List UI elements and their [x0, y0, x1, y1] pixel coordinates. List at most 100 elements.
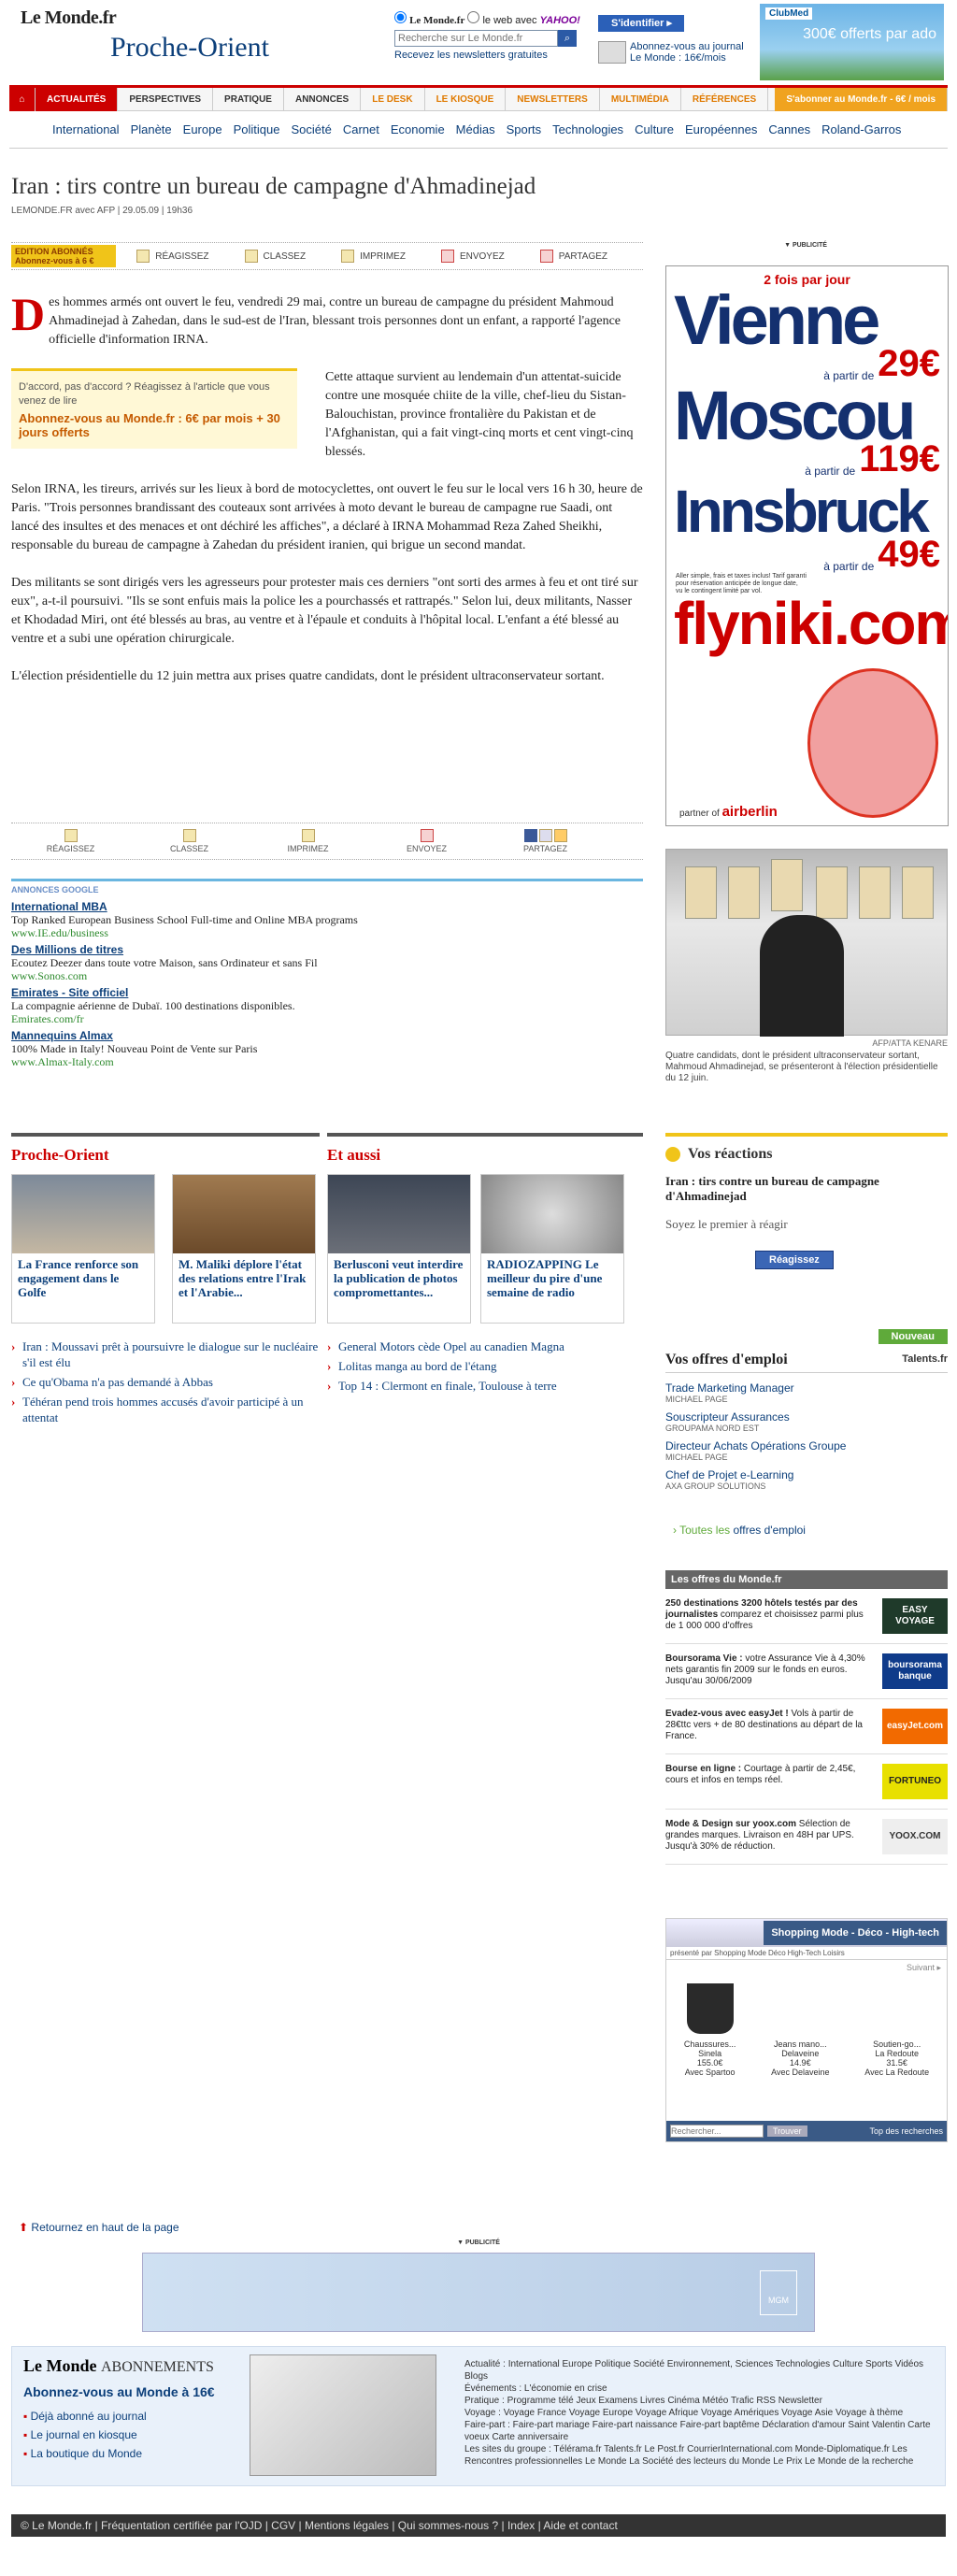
ad-url[interactable]: www.Almax-Italy.com [11, 1055, 643, 1068]
offer-logo[interactable]: EASY VOYAGE [882, 1598, 948, 1634]
ad-title[interactable]: Emirates - Site officiel [11, 986, 643, 999]
nav-multimedia[interactable]: MULTIMÉDIA [600, 88, 681, 111]
subnav-carnet[interactable]: Carnet [343, 122, 379, 136]
mgm-banner-ad[interactable]: MGM [142, 2253, 815, 2332]
ad-url[interactable]: Emirates.com/fr [11, 1012, 643, 1025]
send-tool-bottom[interactable]: ENVOYEZ [367, 829, 486, 853]
nav-le-desk[interactable]: LE DESK [361, 88, 425, 111]
job-title[interactable]: Souscripteur Assurances [665, 1410, 948, 1424]
product-name[interactable]: Soutien-go... [864, 2039, 929, 2049]
share-tool[interactable]: PARTAGEZ [539, 250, 607, 263]
back-to-top-link[interactable]: ⬆ Retournez en haut de la page [19, 2221, 179, 2234]
subscribe-headline[interactable]: Abonnez-vous au Monde à 16€ [23, 2384, 215, 2399]
nav-annonces[interactable]: ANNONCES [284, 88, 362, 111]
offer-item[interactable]: Mode & Design sur yoox.com Sélection de … [665, 1810, 948, 1865]
boutique-link[interactable]: La boutique du Monde [23, 2444, 147, 2463]
offer-text[interactable]: Boursorama Vie : votre Assurance Vie à 4… [665, 1653, 871, 1689]
journal-subscribe[interactable]: Abonnez-vous au journal Le Monde : 16€/m… [598, 41, 750, 64]
offer-item[interactable]: Boursorama Vie : votre Assurance Vie à 4… [665, 1644, 948, 1699]
subnav-europe[interactable]: Europe [183, 122, 222, 136]
nav-actualites[interactable]: ACTUALITÉS [36, 88, 119, 111]
news-card[interactable]: M. Maliki déplore l'état des relations e… [172, 1174, 316, 1324]
talents-logo[interactable]: Talents.fr [902, 1353, 948, 1365]
react-tool[interactable]: RÉAGISSEZ [136, 250, 209, 263]
react-tool-bottom[interactable]: RÉAGISSEZ [11, 829, 130, 853]
subnav-economie[interactable]: Economie [391, 122, 445, 136]
offer-text[interactable]: Mode & Design sur yoox.com Sélection de … [665, 1819, 871, 1854]
edition-abonnes-badge[interactable]: EDITION ABONNÉS Abonnez-vous à 6 € [11, 245, 117, 267]
subnav-sports[interactable]: Sports [507, 122, 542, 136]
news-card[interactable]: RADIOZAPPING Le meilleur du pire d'une s… [480, 1174, 624, 1324]
subnav-politique[interactable]: Politique [234, 122, 280, 136]
job-title[interactable]: Trade Marketing Manager [665, 1381, 948, 1395]
offer-text[interactable]: 250 destinations 3200 hôtels testés par … [665, 1598, 871, 1634]
news-link[interactable]: General Motors cède Opel au canadien Mag… [327, 1338, 643, 1354]
bottom-bar[interactable]: © Le Monde.fr | Fréquentation certifiée … [11, 2514, 946, 2537]
offer-item[interactable]: Bourse en ligne : Courtage à partir de 2… [665, 1754, 948, 1810]
ad-url[interactable]: www.IE.edu/business [11, 926, 643, 939]
footer-fairepart[interactable]: Faire-part : Faire-part mariage Faire-pa… [464, 2419, 937, 2443]
news-card[interactable]: La France renforce son engagement dans l… [11, 1174, 155, 1324]
subnav-planete[interactable]: Planète [131, 122, 172, 136]
nav-references[interactable]: RÉFÉRENCES [681, 88, 769, 111]
news-card-title[interactable]: La France renforce son engagement dans l… [12, 1253, 154, 1303]
share-tool-bottom[interactable]: PARTAGEZ [486, 829, 605, 853]
product-item[interactable]: Chaussures... Sinela 155.0€ Avec Spartoo [684, 1983, 736, 2077]
job-item[interactable]: Trade Marketing Manager MICHAEL PAGE [665, 1381, 948, 1404]
ad-item[interactable]: Emirates - Site officiel La compagnie aér… [11, 986, 643, 1025]
job-item[interactable]: Chef de Projet e-Learning AXA GROUP SOLUT… [665, 1468, 948, 1491]
home-button[interactable]: ⌂ [9, 88, 36, 111]
offer-text[interactable]: Bourse en ligne : Courtage à partir de 2… [665, 1764, 871, 1799]
tab-hightech[interactable]: High-Tech [788, 1949, 821, 1957]
subnav-cannes[interactable]: Cannes [768, 122, 810, 136]
product-item[interactable]: Soutien-go... La Redoute 31.5€ Avec La Redo… [864, 1983, 929, 2077]
facebook-icon[interactable] [523, 829, 537, 842]
news-link[interactable]: Top 14 : Clermont en finale, Toulouse à … [327, 1378, 643, 1394]
ad-title[interactable]: International MBA [11, 900, 643, 913]
subnav-medias[interactable]: Médias [456, 122, 495, 136]
shopping-search-button[interactable]: Trouver [767, 2125, 807, 2137]
subnav-technologies[interactable]: Technologies [552, 122, 623, 136]
scope-lemonde-radio[interactable] [394, 11, 407, 23]
news-card-title[interactable]: RADIOZAPPING Le meilleur du pire d'une s… [481, 1253, 623, 1303]
news-link[interactable]: Ce qu'Obama n'a pas demandé à Abbas [11, 1374, 320, 1390]
offer-item[interactable]: 250 destinations 3200 hôtels testés par … [665, 1589, 948, 1644]
classify-tool-bottom[interactable]: CLASSEZ [130, 829, 249, 853]
product-name[interactable]: Chaussures... [684, 2039, 736, 2049]
subnav-international[interactable]: International [52, 122, 120, 136]
nav-perspectives[interactable]: PERSPECTIVES [118, 88, 214, 111]
scope-web-radio[interactable] [467, 11, 480, 23]
nav-le-kiosque[interactable]: LE KIOSQUE [425, 88, 507, 111]
ad-title[interactable]: Des Millions de titres [11, 943, 643, 956]
footer-evenements[interactable]: Événements : L'économie en crise [464, 2383, 937, 2395]
classify-tool[interactable]: CLASSEZ [244, 250, 306, 263]
footer-groupe[interactable]: Les sites du groupe : Télérama.fr Talent… [464, 2443, 937, 2468]
offer-logo[interactable]: easyJet.com [882, 1709, 948, 1744]
offer-text[interactable]: Evadez-vous avec easyJet ! Vols à partir… [665, 1709, 871, 1744]
ad-item[interactable]: Mannequins Almax 100% Made in Italy! Nouv… [11, 1029, 643, 1068]
product-name[interactable]: Jeans mano... [771, 2039, 829, 2049]
job-title[interactable]: Directeur Achats Opérations Groupe [665, 1439, 948, 1453]
tab-mode[interactable]: Mode [748, 1949, 766, 1957]
footer-pratique[interactable]: Pratique : Programme télé Jeux Examens L… [464, 2395, 937, 2407]
already-subscribed-link[interactable]: Déjà abonné au journal [23, 2407, 147, 2426]
offer-logo[interactable]: FORTUNEO [882, 1764, 948, 1799]
offer-item[interactable]: Evadez-vous avec easyJet ! Vols à partir… [665, 1699, 948, 1754]
news-card[interactable]: Berlusconi veut interdire la publication… [327, 1174, 471, 1324]
ad-url[interactable]: www.Sonos.com [11, 969, 643, 982]
job-item[interactable]: Directeur Achats Opérations Groupe MICHAE… [665, 1439, 948, 1462]
delicious-icon[interactable] [538, 829, 552, 842]
search-button[interactable]: ⌕ [558, 30, 577, 47]
product-item[interactable]: Jeans mano... Delaveine 14.9€ Avec Delavein… [771, 1983, 829, 2077]
job-title[interactable]: Chef de Projet e-Learning [665, 1468, 948, 1481]
news-card-title[interactable]: Berlusconi veut interdire la publication… [328, 1253, 470, 1303]
react-box[interactable]: D'accord, pas d'accord ? Réagissez à l'a… [11, 368, 297, 449]
shopping-search-input[interactable] [670, 2125, 764, 2138]
send-tool[interactable]: ENVOYEZ [440, 250, 505, 263]
newsletters-link[interactable]: Recevez les newsletters gratuites [394, 50, 578, 61]
news-card-title[interactable]: M. Maliki déplore l'état des relations e… [173, 1253, 315, 1303]
nav-newsletters[interactable]: NEWSLETTERS [506, 88, 600, 111]
search-input[interactable] [394, 30, 558, 47]
print-tool-bottom[interactable]: IMPRIMEZ [249, 829, 367, 853]
subnav-roland-garros[interactable]: Roland-Garros [821, 122, 901, 136]
